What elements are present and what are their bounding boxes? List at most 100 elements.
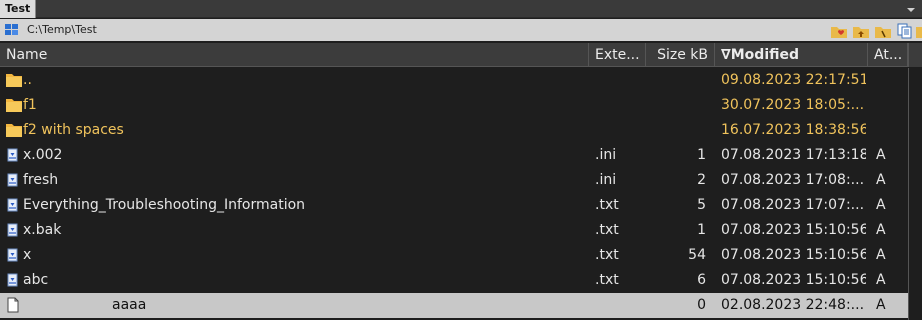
folder-icon xyxy=(5,118,23,143)
file-name: .. xyxy=(23,72,32,88)
file-name: x.bak xyxy=(23,222,62,238)
cell-modified: 07.08.2023 17:13:18 xyxy=(721,147,866,163)
file-name: fresh xyxy=(23,172,59,188)
cell-attributes: A xyxy=(876,197,886,213)
file-name: abc xyxy=(23,272,49,288)
file-name: x xyxy=(23,247,32,263)
cell-size: 6 xyxy=(697,272,706,288)
folder-row[interactable]: .. 09.08.2023 22:17:51 xyxy=(0,68,922,93)
cell-modified: 09.08.2023 22:17:51 xyxy=(721,72,866,88)
file-arrow-icon xyxy=(5,143,23,168)
cell-modified: 07.08.2023 17:08:... xyxy=(721,172,865,188)
cell-modified: 02.08.2023 22:48:... xyxy=(721,297,865,313)
column-extension[interactable]: Exte... xyxy=(589,43,646,67)
cell-modified: 16.07.2023 18:38:56 xyxy=(721,122,866,138)
cell-attributes xyxy=(876,118,906,143)
cell-size: 54 xyxy=(688,247,706,263)
blank-document-icon xyxy=(5,293,23,318)
parent-folder-icon[interactable] xyxy=(852,22,870,40)
more-toolbar-icon[interactable] xyxy=(916,22,922,40)
scrollbar[interactable] xyxy=(908,68,922,320)
cell-size xyxy=(648,93,706,118)
file-list: .. 09.08.2023 22:17:51 f1 30.07.2023 18:05:… xyxy=(0,68,922,320)
file-row[interactable]: x .txt 54 07.08.2023 15:10:56 A xyxy=(0,243,922,268)
cell-name: .. xyxy=(5,68,585,93)
cell-attributes: A xyxy=(876,172,886,188)
cell-name: fresh xyxy=(5,168,585,193)
file-row[interactable]: Everything_Troubleshooting_Information .t… xyxy=(0,193,922,218)
file-arrow-icon xyxy=(5,168,23,193)
chevron-down-icon[interactable] xyxy=(904,2,918,16)
cell-name: f1 xyxy=(5,93,585,118)
file-arrow-icon xyxy=(5,243,23,268)
cell-name: x xyxy=(5,243,585,268)
file-row[interactable]: x.bak .txt 1 07.08.2023 15:10:56 A xyxy=(0,218,922,243)
cell-extension: .ini xyxy=(595,172,617,188)
file-name: Everything_Troubleshooting_Information xyxy=(23,197,306,213)
cell-modified: 07.08.2023 15:10:56 xyxy=(721,272,866,288)
favorites-folder-icon[interactable] xyxy=(830,22,848,40)
cell-name: Everything_Troubleshooting_Information xyxy=(5,193,585,218)
cell-modified: 07.08.2023 15:10:56 xyxy=(721,247,866,263)
cell-attributes xyxy=(876,68,906,93)
cell-size: 1 xyxy=(697,222,706,238)
cell-size: 0 xyxy=(697,297,706,313)
cell-size: 5 xyxy=(697,197,706,213)
folder-row[interactable]: f1 30.07.2023 18:05:... xyxy=(0,93,922,118)
path-bar: C:\Temp\Test xyxy=(0,19,922,41)
drive-icon[interactable] xyxy=(4,22,20,38)
file-row[interactable]: aaaa 0 02.08.2023 22:48:... A xyxy=(0,293,922,318)
file-name: aaaa xyxy=(23,297,147,313)
cell-attributes xyxy=(876,93,906,118)
cell-name: f2 with spaces xyxy=(5,118,585,143)
cell-modified: 30.07.2023 18:05:... xyxy=(721,97,865,113)
cell-name: aaaa xyxy=(5,293,585,318)
file-name: x.002 xyxy=(23,147,63,163)
column-size[interactable]: Size kB xyxy=(646,43,715,67)
file-row[interactable]: abc .txt 6 07.08.2023 15:10:56 A xyxy=(0,268,922,293)
column-header: Name Exte... Size kB ∇Modified At... xyxy=(0,43,922,67)
file-row[interactable]: x.002 .ini 1 07.08.2023 17:13:18 A xyxy=(0,143,922,168)
header-edge xyxy=(908,43,922,67)
column-name[interactable]: Name xyxy=(0,43,589,67)
current-path[interactable]: C:\Temp\Test xyxy=(27,19,97,41)
column-attributes[interactable]: At... xyxy=(868,43,908,67)
cell-name: abc xyxy=(5,268,585,293)
cell-name: x.002 xyxy=(5,143,585,168)
cell-extension xyxy=(595,68,650,93)
cell-attributes: A xyxy=(876,222,886,238)
tab-bar: Test xyxy=(0,0,922,18)
file-arrow-icon xyxy=(5,268,23,293)
cell-extension: .txt xyxy=(595,197,619,213)
cell-attributes: A xyxy=(876,297,886,313)
cell-size: 2 xyxy=(697,172,706,188)
cell-extension: .ini xyxy=(595,147,617,163)
cell-attributes: A xyxy=(876,272,886,288)
cell-name: x.bak xyxy=(5,218,585,243)
cell-extension: .txt xyxy=(595,222,619,238)
cell-modified: 07.08.2023 15:10:56 xyxy=(721,222,866,238)
folder-row[interactable]: f2 with spaces 16.07.2023 18:38:56 xyxy=(0,118,922,143)
file-arrow-icon xyxy=(5,193,23,218)
cell-size: 1 xyxy=(697,147,706,163)
cell-attributes: A xyxy=(876,147,886,163)
cell-size xyxy=(648,118,706,143)
root-folder-icon[interactable] xyxy=(874,22,892,40)
cell-extension: .txt xyxy=(595,272,619,288)
cell-extension xyxy=(595,93,650,118)
column-modified[interactable]: ∇Modified xyxy=(715,43,868,67)
folder-icon xyxy=(5,93,23,118)
cell-attributes: A xyxy=(876,247,886,263)
folder-icon xyxy=(5,68,23,93)
cell-extension: .txt xyxy=(595,247,619,263)
file-arrow-icon xyxy=(5,218,23,243)
cell-size xyxy=(648,68,706,93)
file-row[interactable]: fresh .ini 2 07.08.2023 17:08:... A xyxy=(0,168,922,193)
cell-extension xyxy=(595,293,650,318)
cell-extension xyxy=(595,118,650,143)
cell-modified: 07.08.2023 17:07:... xyxy=(721,197,865,213)
file-name: f1 xyxy=(23,97,37,113)
copy-icon[interactable] xyxy=(896,22,914,40)
tab-test[interactable]: Test xyxy=(0,0,36,18)
file-name: f2 with spaces xyxy=(23,122,124,138)
